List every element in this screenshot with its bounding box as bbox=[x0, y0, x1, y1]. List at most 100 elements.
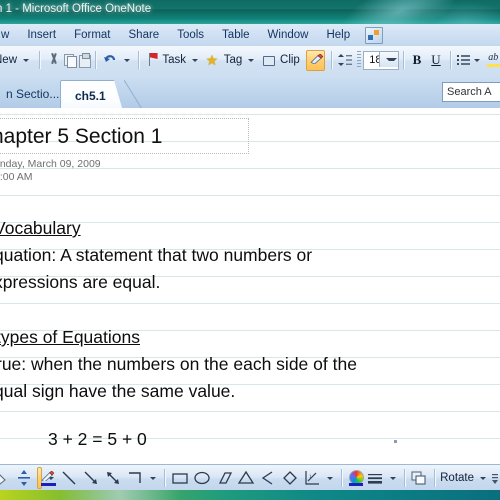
section-tab-ch51[interactable]: ch5.1 bbox=[60, 80, 123, 110]
fill-color-icon[interactable] bbox=[346, 468, 364, 488]
page-title: hapter 5 Section 1 bbox=[0, 125, 163, 148]
page-time: 0:00 AM bbox=[0, 171, 33, 183]
color-bar-glyph bbox=[348, 483, 363, 486]
page-date: onday, March 09, 2009 bbox=[0, 158, 101, 170]
note-container-handle[interactable] bbox=[394, 440, 397, 443]
section-tab-inactive-label: n Sectio... bbox=[6, 87, 60, 101]
ellipse-icon[interactable] bbox=[192, 468, 212, 488]
copy-icon[interactable] bbox=[61, 51, 77, 69]
section-tab-strip: n Sectio... ch5.1 Search A bbox=[0, 74, 500, 110]
rectangle-icon[interactable] bbox=[170, 468, 190, 488]
screen-clipping-icon[interactable] bbox=[261, 51, 276, 69]
diamond-icon[interactable] bbox=[280, 468, 300, 488]
chevron-down-icon[interactable] bbox=[389, 476, 396, 480]
bold-button[interactable]: B bbox=[408, 52, 427, 68]
stroke-eraser-icon[interactable] bbox=[14, 468, 34, 488]
star-icon[interactable]: ★ bbox=[205, 51, 219, 69]
pen-icon[interactable] bbox=[37, 467, 56, 489]
standard-toolbar: New Task ★ Tag Clip bbox=[0, 46, 500, 75]
chevron-down-icon[interactable] bbox=[326, 476, 333, 480]
chevron-shape-icon[interactable] bbox=[258, 468, 278, 488]
scissors-icon[interactable] bbox=[45, 51, 59, 69]
note-heading-vocabulary[interactable]: Vocabulary bbox=[0, 218, 81, 239]
underline-button[interactable]: U bbox=[426, 52, 445, 68]
pen-color-swatch bbox=[41, 483, 56, 486]
drawing-tools-toolbar: 1 Rotate bbox=[0, 464, 500, 491]
ab-glyph: ab bbox=[488, 52, 499, 63]
tag-button-label: Tag bbox=[223, 54, 243, 66]
note-line-true-def-1[interactable]: rue: when the numbers on the each side o… bbox=[0, 354, 357, 375]
chevron-down-icon[interactable] bbox=[23, 58, 30, 62]
arrange-order-icon[interactable] bbox=[409, 468, 429, 488]
undo-dropdown-icon[interactable] bbox=[123, 58, 130, 62]
toolbar-separator bbox=[330, 51, 332, 69]
toolbar-separator bbox=[137, 51, 139, 69]
bullet-list-icon[interactable] bbox=[455, 51, 471, 69]
text-highlight-color-icon[interactable]: ab bbox=[485, 51, 500, 69]
note-line-true-def-2[interactable]: qual sign have the same value. bbox=[0, 381, 235, 402]
note-heading-types-of-equations[interactable]: types of Equations bbox=[0, 327, 140, 348]
new-button[interactable]: New bbox=[0, 46, 35, 74]
toolbar-separator bbox=[402, 51, 404, 69]
menu-item-help[interactable]: Help bbox=[317, 27, 359, 43]
clip-button[interactable]: Clip bbox=[276, 46, 304, 74]
toolbar-separator bbox=[95, 51, 96, 69]
note-line-equation-def-1[interactable]: quation: A statement that two numbers or bbox=[0, 245, 312, 266]
clip-button-label: Clip bbox=[280, 54, 300, 66]
task-button[interactable]: Task bbox=[158, 46, 204, 74]
note-line-equation-def-2[interactable]: xpressions are equal. bbox=[0, 272, 160, 293]
graph-axes-icon[interactable]: 1 bbox=[302, 468, 322, 488]
note-page[interactable]: hapter 5 Section 1 onday, March 09, 2009… bbox=[0, 108, 500, 464]
rule-line bbox=[0, 195, 500, 196]
triangle-icon[interactable] bbox=[236, 468, 256, 488]
undo-arrow-icon[interactable] bbox=[101, 51, 119, 69]
new-button-label: New bbox=[0, 54, 18, 66]
rule-line bbox=[0, 114, 500, 115]
pen-nib-glyph bbox=[41, 471, 55, 481]
menu-item-insert[interactable]: Insert bbox=[18, 27, 65, 43]
menu-item-window[interactable]: Window bbox=[259, 27, 318, 43]
font-size-input[interactable]: 18 bbox=[363, 50, 399, 70]
onenote-window: n 1 - Microsoft Office OneNote w Insert … bbox=[0, 0, 500, 500]
menu-item-view[interactable]: w bbox=[0, 27, 18, 43]
line-weight-icon[interactable] bbox=[365, 468, 385, 488]
rule-line bbox=[0, 411, 500, 412]
menu-item-table[interactable]: Table bbox=[213, 27, 259, 43]
eraser-icon[interactable] bbox=[0, 468, 12, 488]
search-input-text: Search A bbox=[447, 86, 492, 98]
arrow-line-icon[interactable] bbox=[81, 468, 101, 488]
parallelogram-icon[interactable] bbox=[214, 468, 234, 488]
menu-item-tools[interactable]: Tools bbox=[168, 27, 213, 43]
tag-button[interactable]: Tag bbox=[220, 46, 261, 74]
chevron-down-icon[interactable] bbox=[248, 58, 255, 62]
menu-item-share[interactable]: Share bbox=[120, 27, 169, 43]
highlight-color-bar bbox=[487, 64, 500, 67]
tab-slant-decoration bbox=[123, 79, 146, 110]
task-button-label: Task bbox=[162, 54, 186, 66]
paste-icon[interactable] bbox=[76, 51, 92, 69]
chevron-down-icon[interactable] bbox=[191, 58, 198, 62]
onenote-window-icon[interactable] bbox=[365, 26, 384, 44]
font-size-dropdown-icon[interactable] bbox=[378, 51, 398, 67]
highlighter-pen-icon[interactable] bbox=[305, 49, 325, 71]
menu-item-format[interactable]: Format bbox=[65, 27, 119, 43]
flag-icon[interactable] bbox=[144, 51, 158, 69]
chevron-down-icon[interactable] bbox=[474, 58, 481, 62]
window-title: n 1 - Microsoft Office OneNote bbox=[0, 3, 152, 15]
chevron-down-icon[interactable] bbox=[150, 476, 157, 480]
section-tab-inactive[interactable]: n Sectio... bbox=[0, 80, 69, 108]
rule-line bbox=[0, 303, 500, 304]
toolbar-grip-icon[interactable] bbox=[357, 51, 362, 69]
paragraph-spacing-icon[interactable] bbox=[336, 51, 354, 69]
toolbar-separator bbox=[39, 51, 40, 69]
pen-nib-glyph bbox=[310, 53, 324, 64]
line-icon[interactable] bbox=[59, 468, 79, 488]
note-line-equation-example[interactable]: 3 + 2 = 5 + 0 bbox=[48, 429, 147, 450]
search-input[interactable]: Search A bbox=[442, 82, 500, 102]
double-arrow-icon[interactable] bbox=[103, 468, 123, 488]
angle-connector-icon[interactable] bbox=[125, 468, 145, 488]
rotate-button[interactable]: Rotate bbox=[438, 472, 476, 484]
toolbar-overflow-icon[interactable] bbox=[491, 468, 499, 488]
chevron-down-icon[interactable] bbox=[480, 476, 487, 480]
chevron-down-icon bbox=[385, 57, 397, 61]
